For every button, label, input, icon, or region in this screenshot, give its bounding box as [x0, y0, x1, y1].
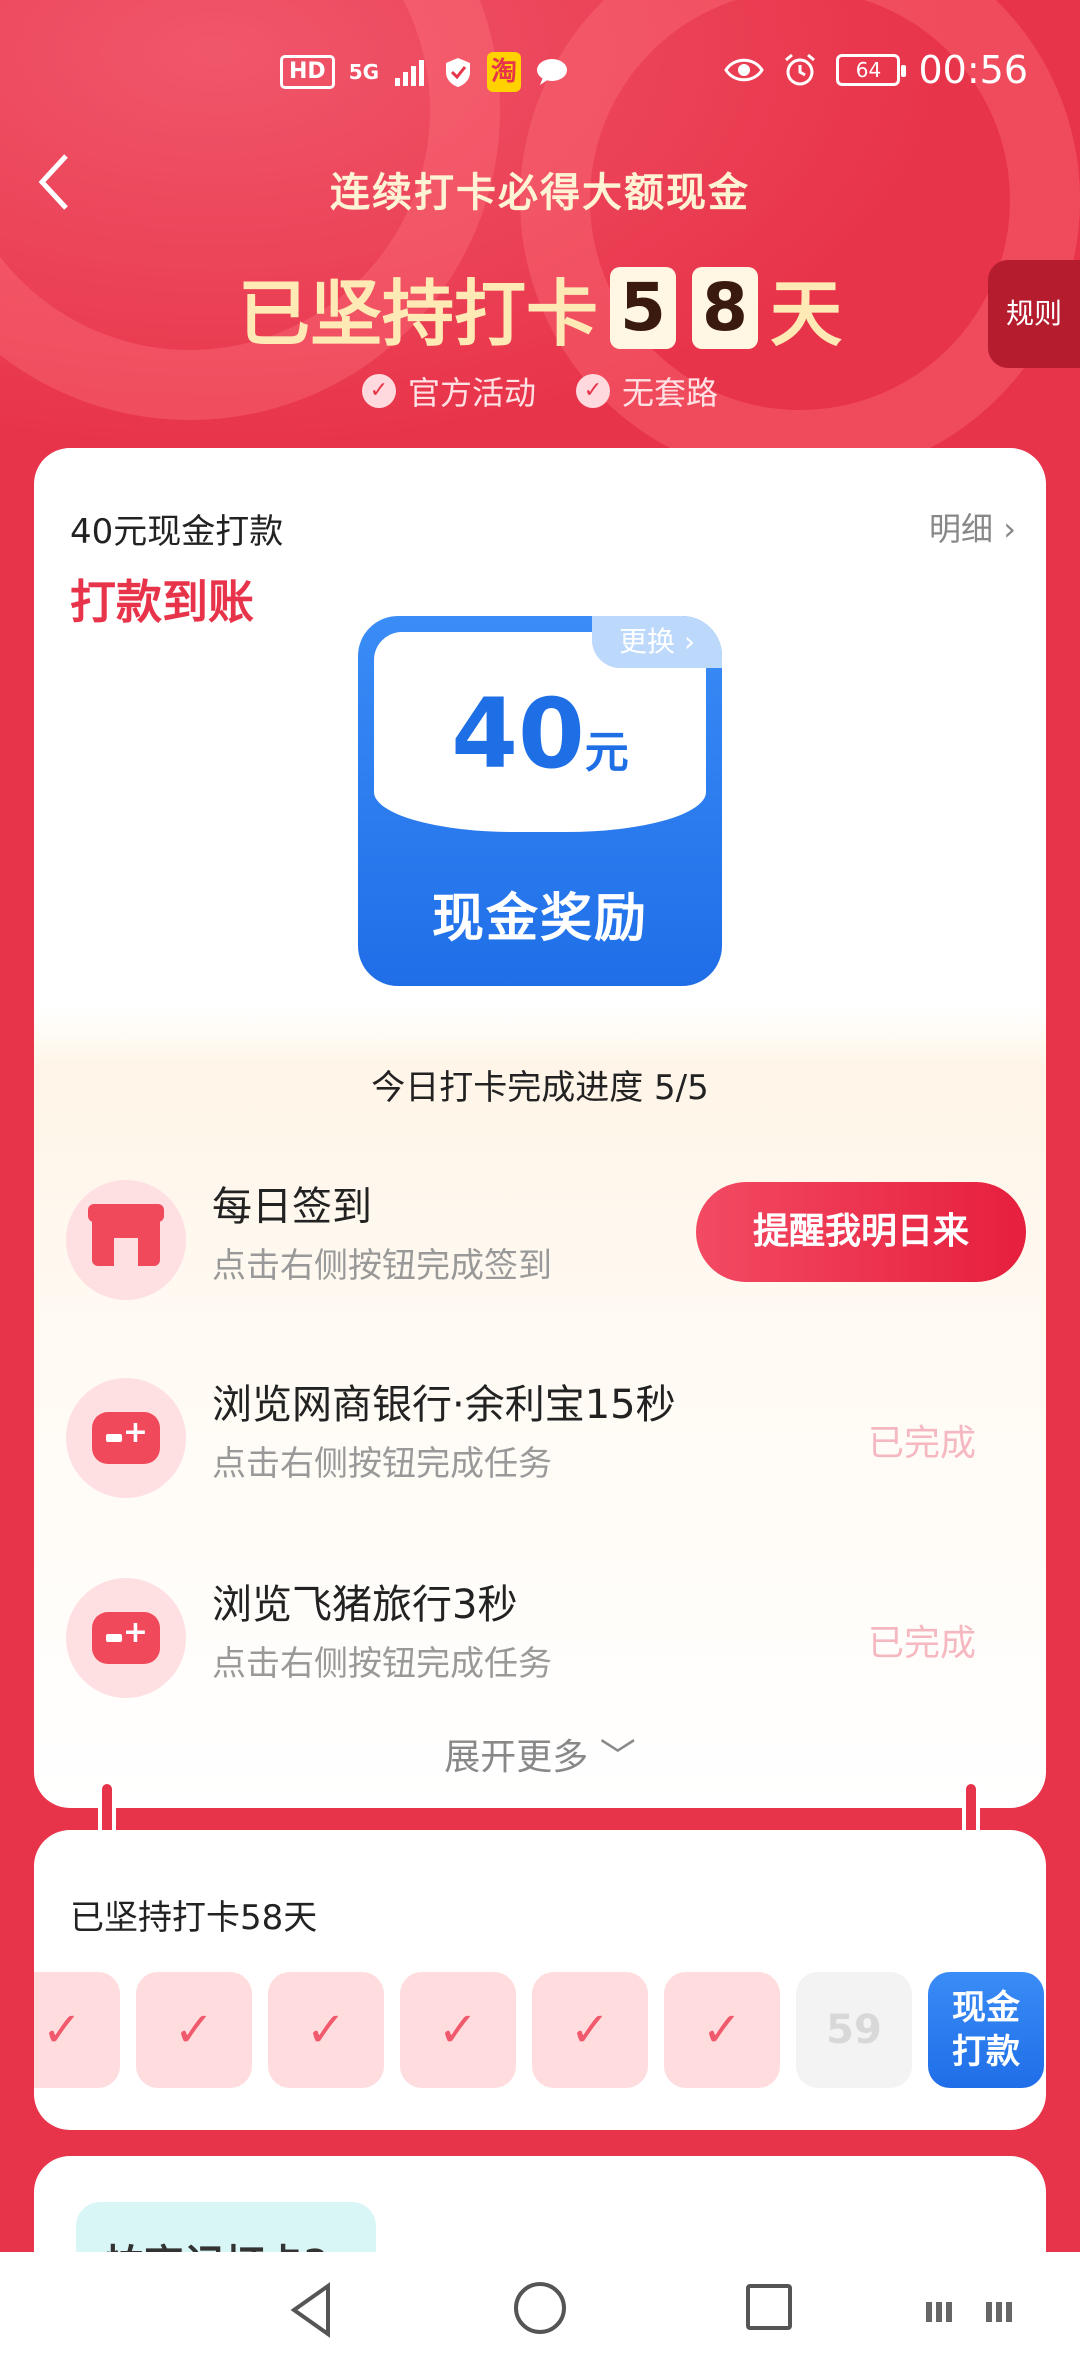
chevron-right-icon: ›	[1003, 510, 1016, 548]
badge-label: 无套路	[622, 374, 719, 412]
task-item: 浏览飞猪旅行3秒 点击右侧按钮完成任务 已完成	[66, 1566, 1026, 1706]
streak-digit: 8	[692, 266, 758, 349]
cash-label: 打款	[952, 2032, 1020, 2072]
system-nav-bar	[0, 2252, 1080, 2376]
day-cash-payout: 现金 打款	[928, 1972, 1044, 2088]
streak-title: 已坚持打卡58天	[70, 1898, 318, 1938]
day-checked: ✓	[34, 1972, 120, 2088]
rules-button[interactable]: 规则	[988, 260, 1080, 368]
day-checked: ✓	[136, 1972, 252, 2088]
change-label: 更换	[618, 625, 675, 658]
battery-indicator: 64	[836, 54, 907, 86]
nav-home-icon[interactable]	[514, 2282, 566, 2334]
task-item: 浏览网商银行·余利宝15秒 点击右侧按钮完成任务 已完成	[66, 1366, 1026, 1506]
task-item: 每日签到 点击右侧按钮完成签到 提醒我明日来	[66, 1168, 1026, 1308]
clock: 00:56	[918, 48, 1028, 92]
day-checked: ✓	[532, 1972, 648, 2088]
check-icon: ✓	[41, 2002, 83, 2058]
expand-label: 展开更多	[444, 1737, 589, 1778]
streak-headline: 已坚持打卡 5 8 天	[0, 255, 1080, 360]
nav-extra-icon	[926, 2302, 1012, 2322]
expand-more-button[interactable]: 展开更多 ﹀	[34, 1728, 1046, 1780]
task-name: 每日签到	[212, 1184, 372, 1230]
check-icon: ✓	[437, 2002, 479, 2058]
cash-reward-ticket: 40元 更换 › 现金奖励	[358, 616, 722, 986]
chevron-right-icon: ›	[674, 625, 696, 658]
cash-label: 现金	[952, 1988, 1020, 2028]
day-checked: ✓	[400, 1972, 516, 2088]
day-next: 59	[796, 1972, 912, 2088]
check-icon: ✓	[361, 374, 396, 408]
trust-badges: ✓ 官方活动 ✓ 无套路	[0, 368, 1080, 414]
task-desc: 点击右侧按钮完成任务	[212, 1444, 552, 1484]
streak-suffix: 天	[770, 272, 843, 356]
badge-no-trick: ✓ 无套路	[576, 368, 718, 414]
task-desc: 点击右侧按钮完成任务	[212, 1644, 552, 1684]
check-icon: ✓	[569, 2002, 611, 2058]
reward-type-label: 现金奖励	[431, 889, 648, 949]
eye-icon	[724, 58, 765, 82]
5g-icon: 5G	[348, 60, 380, 84]
hd-icon: HD	[280, 55, 335, 89]
reward-title: 40元现金打款	[70, 512, 284, 552]
gamepad-icon	[66, 1578, 186, 1698]
chevron-down-icon: ﹀	[599, 1737, 636, 1778]
nav-recents-icon[interactable]	[746, 2284, 792, 2330]
change-reward-button[interactable]: 更换 ›	[592, 616, 722, 668]
check-icon: ✓	[701, 2002, 743, 2058]
signal-icon	[395, 60, 425, 86]
chat-icon	[537, 59, 568, 85]
store-icon	[66, 1180, 186, 1300]
day-checked: ✓	[268, 1972, 384, 2088]
taobao-icon: 淘	[487, 52, 522, 92]
detail-label: 明细	[929, 510, 994, 548]
shield-icon	[446, 58, 471, 87]
remind-tomorrow-button[interactable]: 提醒我明日来	[696, 1182, 1026, 1282]
reward-card: 40元现金打款 明细 › 打款到账 40元 更换 › 现金奖励 今日打卡完成进度…	[34, 448, 1046, 1808]
badge-label: 官方活动	[407, 374, 536, 412]
gamepad-icon	[66, 1378, 186, 1498]
task-done-label: 已完成	[867, 1423, 976, 1464]
daily-progress: 今日打卡完成进度 5/5	[371, 1068, 709, 1108]
amount-unit: 元	[584, 727, 629, 778]
day-checked: ✓	[664, 1972, 780, 2088]
check-icon: ✓	[576, 374, 610, 408]
task-name: 浏览网商银行·余利宝15秒	[212, 1382, 676, 1428]
task-desc: 点击右侧按钮完成签到	[212, 1246, 552, 1286]
amount-value: 40	[451, 678, 585, 790]
alarm-icon	[785, 53, 816, 86]
task-name: 浏览飞猪旅行3秒	[212, 1582, 518, 1628]
check-icon: ✓	[173, 2002, 215, 2058]
reward-amount: 40元	[374, 678, 706, 790]
page-subtitle: 连续打卡必得大额现金	[330, 170, 750, 216]
payout-status: 打款到账	[70, 575, 254, 629]
task-done-label: 已完成	[867, 1623, 976, 1664]
streak-prefix: 已坚持打卡	[237, 272, 598, 356]
streak-days: ✓ ✓ ✓ ✓ ✓ ✓ 59 现金 打款	[34, 1972, 1046, 2088]
status-bar: HD 5G 淘 64 00:56	[0, 40, 1080, 110]
nav-back-icon[interactable]	[286, 2280, 336, 2340]
streak-digit: 5	[610, 266, 676, 349]
check-icon: ✓	[305, 2002, 347, 2058]
badge-official: ✓ 官方活动	[361, 368, 536, 414]
detail-link[interactable]: 明细 ›	[929, 504, 1016, 550]
streak-card: 已坚持打卡58天 ✓ ✓ ✓ ✓ ✓ ✓ 59 现金 打款	[34, 1830, 1046, 2130]
